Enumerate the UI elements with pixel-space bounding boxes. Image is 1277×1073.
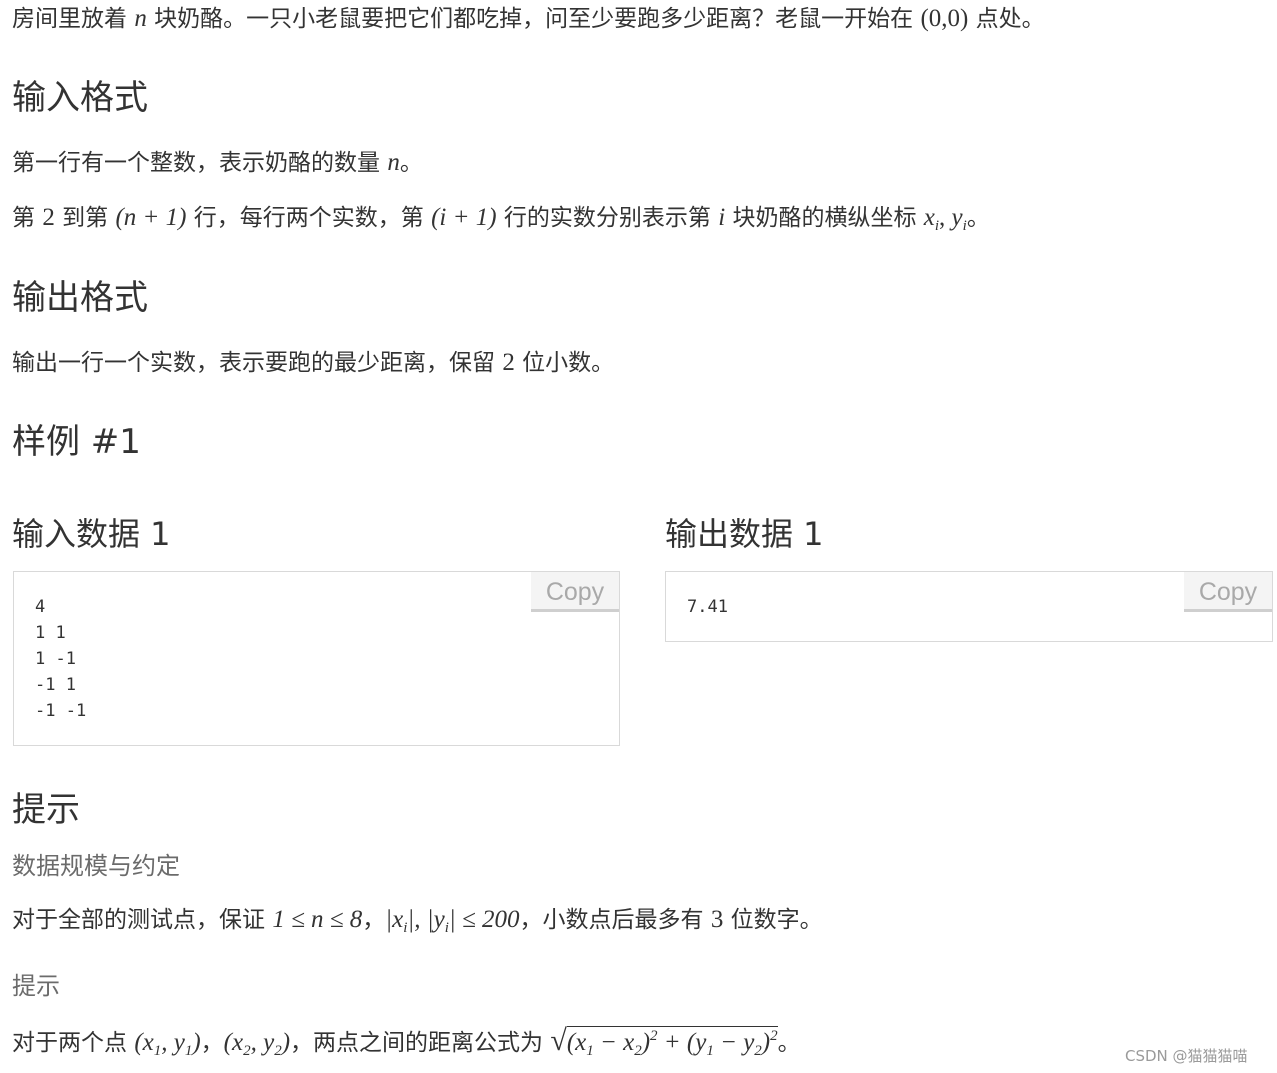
- text: 。: [966, 205, 990, 231]
- math-text: |, |y: [407, 906, 445, 933]
- input-format-line1: 第一行有一个整数，表示奶酪的数量 n。: [12, 148, 423, 178]
- math-text: | ≤ 200: [448, 906, 520, 933]
- output-format-line1: 输出一行一个实数，表示要跑的最少距离，保留 2 位小数。: [12, 348, 614, 378]
- math-text: ): [281, 1029, 291, 1056]
- math-text: (x: [223, 1029, 244, 1056]
- sample-heading: 样例 #1: [12, 422, 141, 462]
- sample-output-title: 输出数据 1: [665, 515, 824, 553]
- text: ，小数点后最多有: [519, 907, 704, 933]
- statement-text: 房间里放着: [12, 6, 127, 32]
- watermark: CSDN @猫猫猫喵: [1125, 1047, 1248, 1065]
- text: 。: [399, 150, 423, 176]
- problem-statement: 房间里放着 n 块奶酪。一只小老鼠要把它们都吃掉，问至少要跑多少距离？老鼠一开始…: [12, 4, 1045, 34]
- sample-output-code: 7.41: [687, 597, 728, 617]
- sample-input-box: 4 1 1 1 -1 -1 1 -1 -1 Copy: [13, 571, 620, 746]
- tip-line: 对于两个点 (x1, y1)，(x2, y2)，两点之间的距离公式为 √(x1 …: [12, 1024, 801, 1059]
- input-format-heading: 输入格式: [12, 78, 148, 118]
- math-text: (x: [134, 1029, 154, 1056]
- math-text: , y: [161, 1029, 185, 1056]
- math-sub: 2: [634, 1043, 642, 1059]
- text: 对于全部的测试点，保证: [12, 907, 265, 933]
- text: 第: [12, 205, 35, 231]
- text: 第一行有一个整数，表示奶酪的数量: [12, 150, 380, 176]
- math-sub: 1: [586, 1043, 594, 1059]
- math-comma: ,: [939, 204, 946, 231]
- math-sub: 2: [274, 1043, 282, 1059]
- text: 位数字。: [730, 907, 823, 933]
- input-format-line2: 第 2 到第 (n + 1) 行，每行两个实数，第 (i + 1) 行的实数分别…: [12, 203, 990, 234]
- math-origin: (0,0): [920, 5, 969, 32]
- math-sub: 2: [243, 1043, 251, 1059]
- math-text: ): [192, 1029, 201, 1056]
- output-format-heading: 输出格式: [12, 278, 148, 318]
- math-3: 3: [710, 906, 724, 933]
- math-text: , y: [250, 1029, 275, 1056]
- text: 输出一行一个实数，表示要跑的最少距离，保留: [12, 350, 495, 376]
- math-point-1: (x1, y1): [134, 1029, 201, 1059]
- math-sqrt-sign: √: [550, 1024, 567, 1057]
- constraints-title: 数据规模与约定: [12, 852, 180, 880]
- math-2: 2: [502, 349, 515, 376]
- math-sub: 1: [706, 1043, 714, 1059]
- text: ，: [200, 1030, 224, 1056]
- math-n: n: [387, 149, 400, 176]
- sample-output-box: 7.41 Copy: [665, 571, 1273, 642]
- math-abs-range: |xi|, |yi| ≤ 200: [385, 906, 520, 936]
- math-sub: 2: [754, 1043, 762, 1059]
- math-point-2: (x2, y2): [223, 1029, 291, 1059]
- text: ，两点之间的距离公式为: [290, 1030, 544, 1056]
- tip-title: 提示: [12, 972, 60, 1000]
- math-text: (x: [566, 1029, 587, 1056]
- text: 。: [777, 1030, 801, 1056]
- sample-input-title: 输入数据 1: [12, 515, 171, 553]
- statement-text: 块奶酪。一只小老鼠要把它们都吃掉，问至少要跑多少距离？老鼠一开始在: [154, 6, 914, 32]
- text: 位小数。: [522, 350, 615, 376]
- text: 对于两个点: [12, 1030, 127, 1056]
- math-text: ): [641, 1029, 651, 1056]
- copy-output-button[interactable]: Copy: [1184, 572, 1272, 612]
- math-sup: 2: [770, 1028, 778, 1044]
- math-text: − x: [593, 1029, 635, 1056]
- math-x: x: [923, 204, 935, 231]
- math-text: − y: [713, 1029, 755, 1056]
- math-text: ): [761, 1029, 771, 1056]
- math-y: y: [951, 204, 963, 231]
- math-i: i: [718, 204, 726, 231]
- text: ，: [362, 907, 386, 933]
- hint-heading: 提示: [12, 790, 80, 830]
- math-distance-formula: (x1 − x2)2 + (y1 − y2)2: [566, 1026, 778, 1059]
- math-n-range: 1 ≤ n ≤ 8: [272, 906, 363, 933]
- text: 到第: [62, 205, 109, 231]
- math-n: n: [134, 5, 147, 32]
- sample-input-code: 4 1 1 1 -1 -1 1 -1 -1: [35, 597, 87, 721]
- statement-text: 点处。: [975, 6, 1045, 32]
- math-xi-yi: xi, yi: [923, 204, 967, 234]
- math-sup: 2: [650, 1028, 658, 1044]
- copy-input-button[interactable]: Copy: [531, 572, 619, 612]
- text: 行的实数分别表示第: [503, 205, 711, 231]
- math-n-plus-1: (n + 1): [115, 204, 187, 231]
- math-text: |x: [385, 906, 404, 933]
- math-i-plus-1: (i + 1): [431, 204, 497, 231]
- math-2: 2: [42, 204, 55, 231]
- math-text: + (y: [657, 1029, 707, 1056]
- text: 块奶酪的横纵坐标: [732, 205, 917, 231]
- constraints-line: 对于全部的测试点，保证 1 ≤ n ≤ 8，|xi|, |yi| ≤ 200，小…: [12, 905, 823, 936]
- text: 行，每行两个实数，第: [193, 205, 424, 231]
